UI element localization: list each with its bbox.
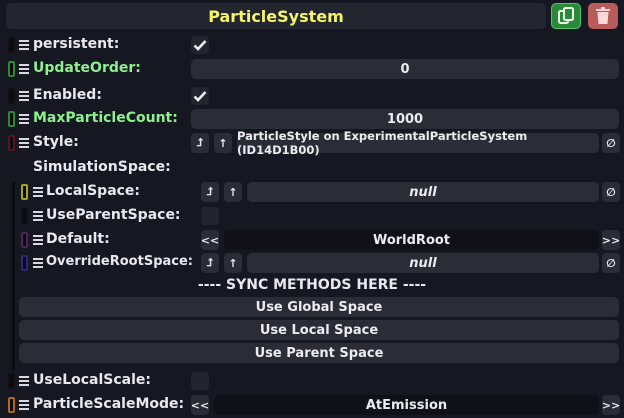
row-simulation-space: SimulationSpace: (0, 157, 624, 179)
drag-handle[interactable] (21, 232, 28, 248)
component-header: ParticleSystem (6, 3, 546, 29)
field-label: persistent: (33, 36, 120, 52)
drag-handle[interactable] (21, 184, 28, 200)
jump-to-reference-button[interactable]: ⮥ (201, 182, 219, 202)
particle-scale-mode-enum-field[interactable]: AtEmission (214, 395, 599, 415)
row-use-parent-space: UseParentSpace: (0, 205, 624, 227)
use-parent-space-checkbox[interactable] (201, 207, 219, 225)
persistent-checkbox[interactable] (191, 36, 209, 54)
menu-icon[interactable] (33, 258, 43, 268)
clear-reference-button[interactable]: ∅ (602, 133, 620, 153)
field-label: Enabled: (33, 87, 102, 103)
drag-handle[interactable] (8, 37, 15, 53)
previous-value-button[interactable]: << (191, 395, 209, 415)
checkmark-icon (193, 40, 207, 51)
default-enum-field[interactable]: WorldRoot (224, 230, 599, 250)
field-label: MaxParticleCount: (33, 110, 178, 126)
row-default: Default: << WorldRoot >> (0, 229, 624, 251)
next-value-button[interactable]: >> (602, 230, 620, 250)
row-override-root-space: OverrideRootSpace: ⮥ ↑ null ∅ (0, 252, 624, 274)
drag-handle[interactable] (8, 61, 15, 77)
field-label: Default: (46, 231, 110, 247)
style-reference-field[interactable]: ParticleStyle on ExperimentalParticleSys… (237, 129, 599, 157)
next-value-button[interactable]: >> (602, 395, 620, 415)
row-max-particle-count: MaxParticleCount: 1000 (0, 108, 624, 130)
field-label: OverrideRootSpace: (46, 254, 193, 269)
duplicate-icon (558, 7, 574, 24)
enabled-checkbox[interactable] (191, 87, 209, 105)
menu-icon[interactable] (19, 376, 29, 386)
drag-handle[interactable] (8, 373, 15, 389)
row-enabled: Enabled: (0, 85, 624, 107)
field-label: UpdateOrder: (33, 60, 141, 76)
sync-methods-header: ---- SYNC METHODS HERE ---- (197, 277, 427, 293)
delete-button[interactable] (588, 3, 618, 29)
row-use-local-scale: UseLocalScale: (0, 370, 624, 392)
jump-to-reference-button[interactable]: ⮥ (201, 253, 219, 273)
menu-icon[interactable] (33, 235, 43, 245)
row-particle-scale-mode: ParticleScaleMode: << AtEmission >> (0, 394, 624, 416)
previous-value-button[interactable]: << (201, 230, 219, 250)
drag-handle[interactable] (8, 135, 15, 151)
menu-icon[interactable] (19, 64, 29, 74)
use-global-space-button[interactable]: Use Global Space (19, 297, 619, 317)
menu-icon[interactable] (19, 91, 29, 101)
drag-handle[interactable] (8, 88, 15, 104)
max-particle-count-input[interactable]: 1000 (191, 109, 619, 129)
menu-icon[interactable] (33, 187, 43, 197)
open-reference-button[interactable]: ↑ (214, 133, 232, 153)
checkmark-icon (193, 91, 207, 102)
override-root-space-reference-field[interactable]: null (247, 253, 599, 273)
drag-handle[interactable] (8, 111, 15, 127)
clear-reference-button[interactable]: ∅ (602, 253, 620, 273)
open-reference-button[interactable]: ↑ (224, 253, 242, 273)
field-label: LocalSpace: (46, 183, 141, 199)
drag-handle[interactable] (8, 397, 15, 413)
row-style: Style: ⮥ ↑ ParticleStyle on Experimental… (0, 129, 624, 157)
field-label: ParticleScaleMode: (33, 396, 185, 412)
field-label: SimulationSpace: (33, 159, 171, 175)
field-label: UseLocalScale: (33, 372, 152, 388)
use-local-space-button[interactable]: Use Local Space (19, 320, 619, 340)
duplicate-button[interactable] (551, 3, 581, 29)
update-order-input[interactable]: 0 (191, 59, 619, 79)
clear-reference-button[interactable]: ∅ (602, 182, 620, 202)
row-local-space: LocalSpace: ⮥ ↑ null ∅ (0, 181, 624, 203)
open-reference-button[interactable]: ↑ (224, 182, 242, 202)
component-title: ParticleSystem (208, 6, 344, 26)
field-label: Style: (33, 134, 79, 150)
drag-handle[interactable] (21, 255, 28, 271)
menu-icon[interactable] (19, 40, 29, 50)
trash-icon (596, 7, 610, 24)
drag-handle[interactable] (21, 208, 28, 224)
local-space-reference-field[interactable]: null (247, 182, 599, 202)
row-update-order: UpdateOrder: 0 (0, 58, 624, 80)
row-persistent: persistent: (0, 34, 624, 56)
menu-icon[interactable] (19, 138, 29, 148)
menu-icon[interactable] (19, 114, 29, 124)
field-label: UseParentSpace: (46, 207, 181, 223)
menu-icon[interactable] (19, 400, 29, 410)
jump-to-reference-button[interactable]: ⮥ (191, 133, 209, 153)
use-local-scale-checkbox[interactable] (191, 372, 209, 390)
use-parent-space-button[interactable]: Use Parent Space (19, 343, 619, 363)
menu-icon[interactable] (33, 211, 43, 221)
